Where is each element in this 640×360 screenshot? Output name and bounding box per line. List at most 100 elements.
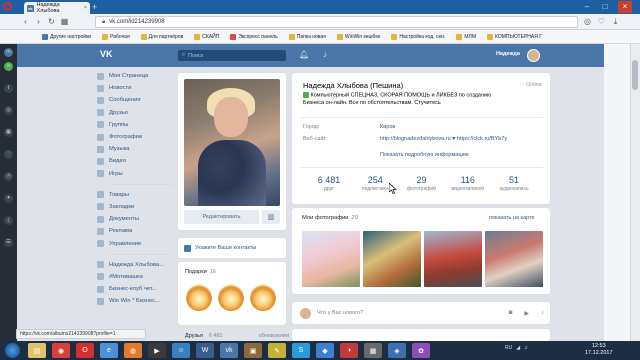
friends-updates-link[interactable]: обновления [259,333,289,339]
minimize-button[interactable]: – [580,1,594,13]
menu-item[interactable]: Группы [97,119,172,131]
taskbar-folder-icon[interactable]: ▣ [244,343,262,358]
maximize-button[interactable]: □ [598,1,612,13]
show-details-link[interactable]: Показать подробную информацию [380,152,469,158]
sidebar-download-icon[interactable]: ⤓ [4,216,13,225]
music-note-icon[interactable]: ♪ [541,310,544,316]
sidebar-puzzle-icon[interactable]: ✦ [4,194,13,203]
taskbar-media-icon[interactable]: ▶ [148,343,166,358]
music-note-icon[interactable]: ♪ [320,50,330,60]
close-window-button[interactable]: × [618,1,632,13]
tab-close-icon[interactable]: × [84,5,87,11]
start-button[interactable] [5,343,20,358]
bookmark-item[interactable]: WinWin кешбек [336,33,388,40]
browser-tab[interactable]: vk Надежда Хлыбова × [24,2,90,14]
tray-lang[interactable]: RU [505,345,512,351]
menu-item[interactable]: Товары [97,189,172,201]
menu-item[interactable]: Управление [97,237,172,249]
taskbar-app5-icon[interactable]: ▦ [364,343,382,358]
gift-item[interactable] [218,285,244,311]
new-post-box[interactable]: Что у Вас нового? ◙ ▶ ♪ [292,302,550,324]
back-button[interactable]: ‹ [20,16,31,27]
new-tab-button[interactable]: + [92,3,102,12]
bookmark-item[interactable]: Рабочая [102,33,138,40]
bookmark-item[interactable]: СКАЙП [194,33,227,40]
forward-button[interactable]: › [33,16,44,27]
taskbar-word-icon[interactable]: W [196,343,214,358]
sidebar-telegram-icon[interactable]: t [4,84,13,93]
bookmark-item[interactable]: Настройка код. сен. [391,33,453,40]
menu-item[interactable]: Новости [97,82,172,94]
profile-counter[interactable]: 6 481 друг [306,175,352,192]
community-menu-item[interactable]: Надежда Хлыбова... [97,259,172,271]
photo-thumbnail[interactable] [302,231,360,287]
photo-thumbnail[interactable] [363,231,421,287]
community-menu-item[interactable]: Бизнес-клуб чет... [97,283,172,295]
friends-header[interactable]: Друзья 6 481 обновления [185,333,289,339]
sidebar-whatsapp-icon[interactable]: w [4,62,13,71]
taskbar-opera-icon[interactable]: O [76,343,94,358]
menu-item[interactable]: Друзья [97,107,172,119]
snapshot-icon[interactable]: ◎ [582,16,593,27]
menu-item[interactable]: Игры [97,168,172,180]
bookmark-item[interactable]: Папка новая [288,33,334,40]
community-menu-item[interactable]: #Мотивашка [97,271,172,283]
taskbar-chrome-icon[interactable]: ◉ [52,343,70,358]
taskbar-skype-icon[interactable]: S [292,343,310,358]
menu-item[interactable]: Документы [97,213,172,225]
heart-icon[interactable]: ♡ [596,16,607,27]
scrollbar-thumb[interactable] [632,60,638,90]
photo-thumbnail[interactable] [485,231,543,287]
city-value[interactable]: Киров [380,124,395,130]
camera-icon[interactable]: ◙ [509,310,513,316]
header-avatar[interactable] [527,49,540,62]
video-icon[interactable]: ▶ [524,310,529,317]
header-username[interactable]: Надежда [496,51,520,57]
taskbar-app6-icon[interactable]: ◈ [388,343,406,358]
bookmark-item[interactable]: Экспресс панель [230,33,285,40]
sidebar-camera-icon[interactable]: ◎ [4,106,13,115]
profile-status[interactable]: Компьютерный СПЕЦНАЗ, СКОРАЯ ПОМОЩЬ и ЛИ… [303,92,533,107]
bookmark-item[interactable]: МЛМ [456,33,484,40]
edit-profile-button[interactable]: Редактировать [184,210,259,224]
menu-item[interactable]: Закладки [97,201,172,213]
gifts-header[interactable]: Подарки 16 [185,269,216,275]
taskbar-app-icon[interactable]: ☺ [172,343,190,358]
taskbar-app7-icon[interactable]: ✿ [412,343,430,358]
speed-dial-button[interactable]: ▦ [59,16,70,27]
bookmark-item[interactable]: Другие настройки [42,33,99,40]
sidebar-grid-icon[interactable]: ▦ [4,128,13,137]
bookmark-item[interactable]: КОМПЬЮТЕРНАЯ Г [487,33,550,40]
stats-button[interactable]: ▥ [262,210,280,224]
vk-logo-icon[interactable]: VK [100,49,117,61]
sidebar-news-icon[interactable]: ☰ [4,238,13,247]
menu-item[interactable]: Реклама [97,225,172,237]
taskbar-clock[interactable]: 12:53 17.12.2017 [585,343,613,357]
notifications-bell-icon[interactable]: 🔔︎ [299,50,309,60]
tray-network-icon[interactable]: ◢ [516,345,520,351]
menu-item[interactable]: Фотографии [97,131,172,143]
taskbar-app2-icon[interactable]: ✎ [268,343,286,358]
menu-item[interactable]: Видео [97,155,172,167]
download-icon[interactable]: ⤓ [610,16,621,27]
taskbar-app3-icon[interactable]: ◆ [316,343,334,358]
menu-item[interactable]: Моя Страница [97,70,172,82]
sidebar-messenger-icon[interactable]: m [4,48,13,57]
contacts-prompt[interactable]: Укажите Ваши контакты [178,238,286,258]
taskbar-app4-icon[interactable]: ◑ [340,343,358,358]
photo-thumbnail[interactable] [424,231,482,287]
gift-item[interactable] [186,285,212,311]
opera-logo-icon[interactable] [3,2,12,11]
menu-item[interactable]: Сообщения [97,94,172,106]
taskbar-explorer-icon[interactable]: ▤ [28,343,46,358]
bookmark-item[interactable]: Для партнёров [140,33,192,40]
profile-counter[interactable]: 116 видеозаписей [445,175,491,192]
photos-header[interactable]: Мои фотографии 29 [302,215,358,221]
gift-item[interactable] [250,285,276,311]
tray-volume-icon[interactable]: ♫ [524,345,528,351]
show-on-map-link[interactable]: показать на карте [489,215,535,221]
vk-search-input[interactable]: ⌕ Поиск [178,50,286,61]
sidebar-heart-icon[interactable]: ♡ [4,150,13,159]
url-input[interactable]: 🔒︎ vk.com/id214239908 [95,16,578,28]
taskbar-vk-icon[interactable]: vk [220,343,238,358]
